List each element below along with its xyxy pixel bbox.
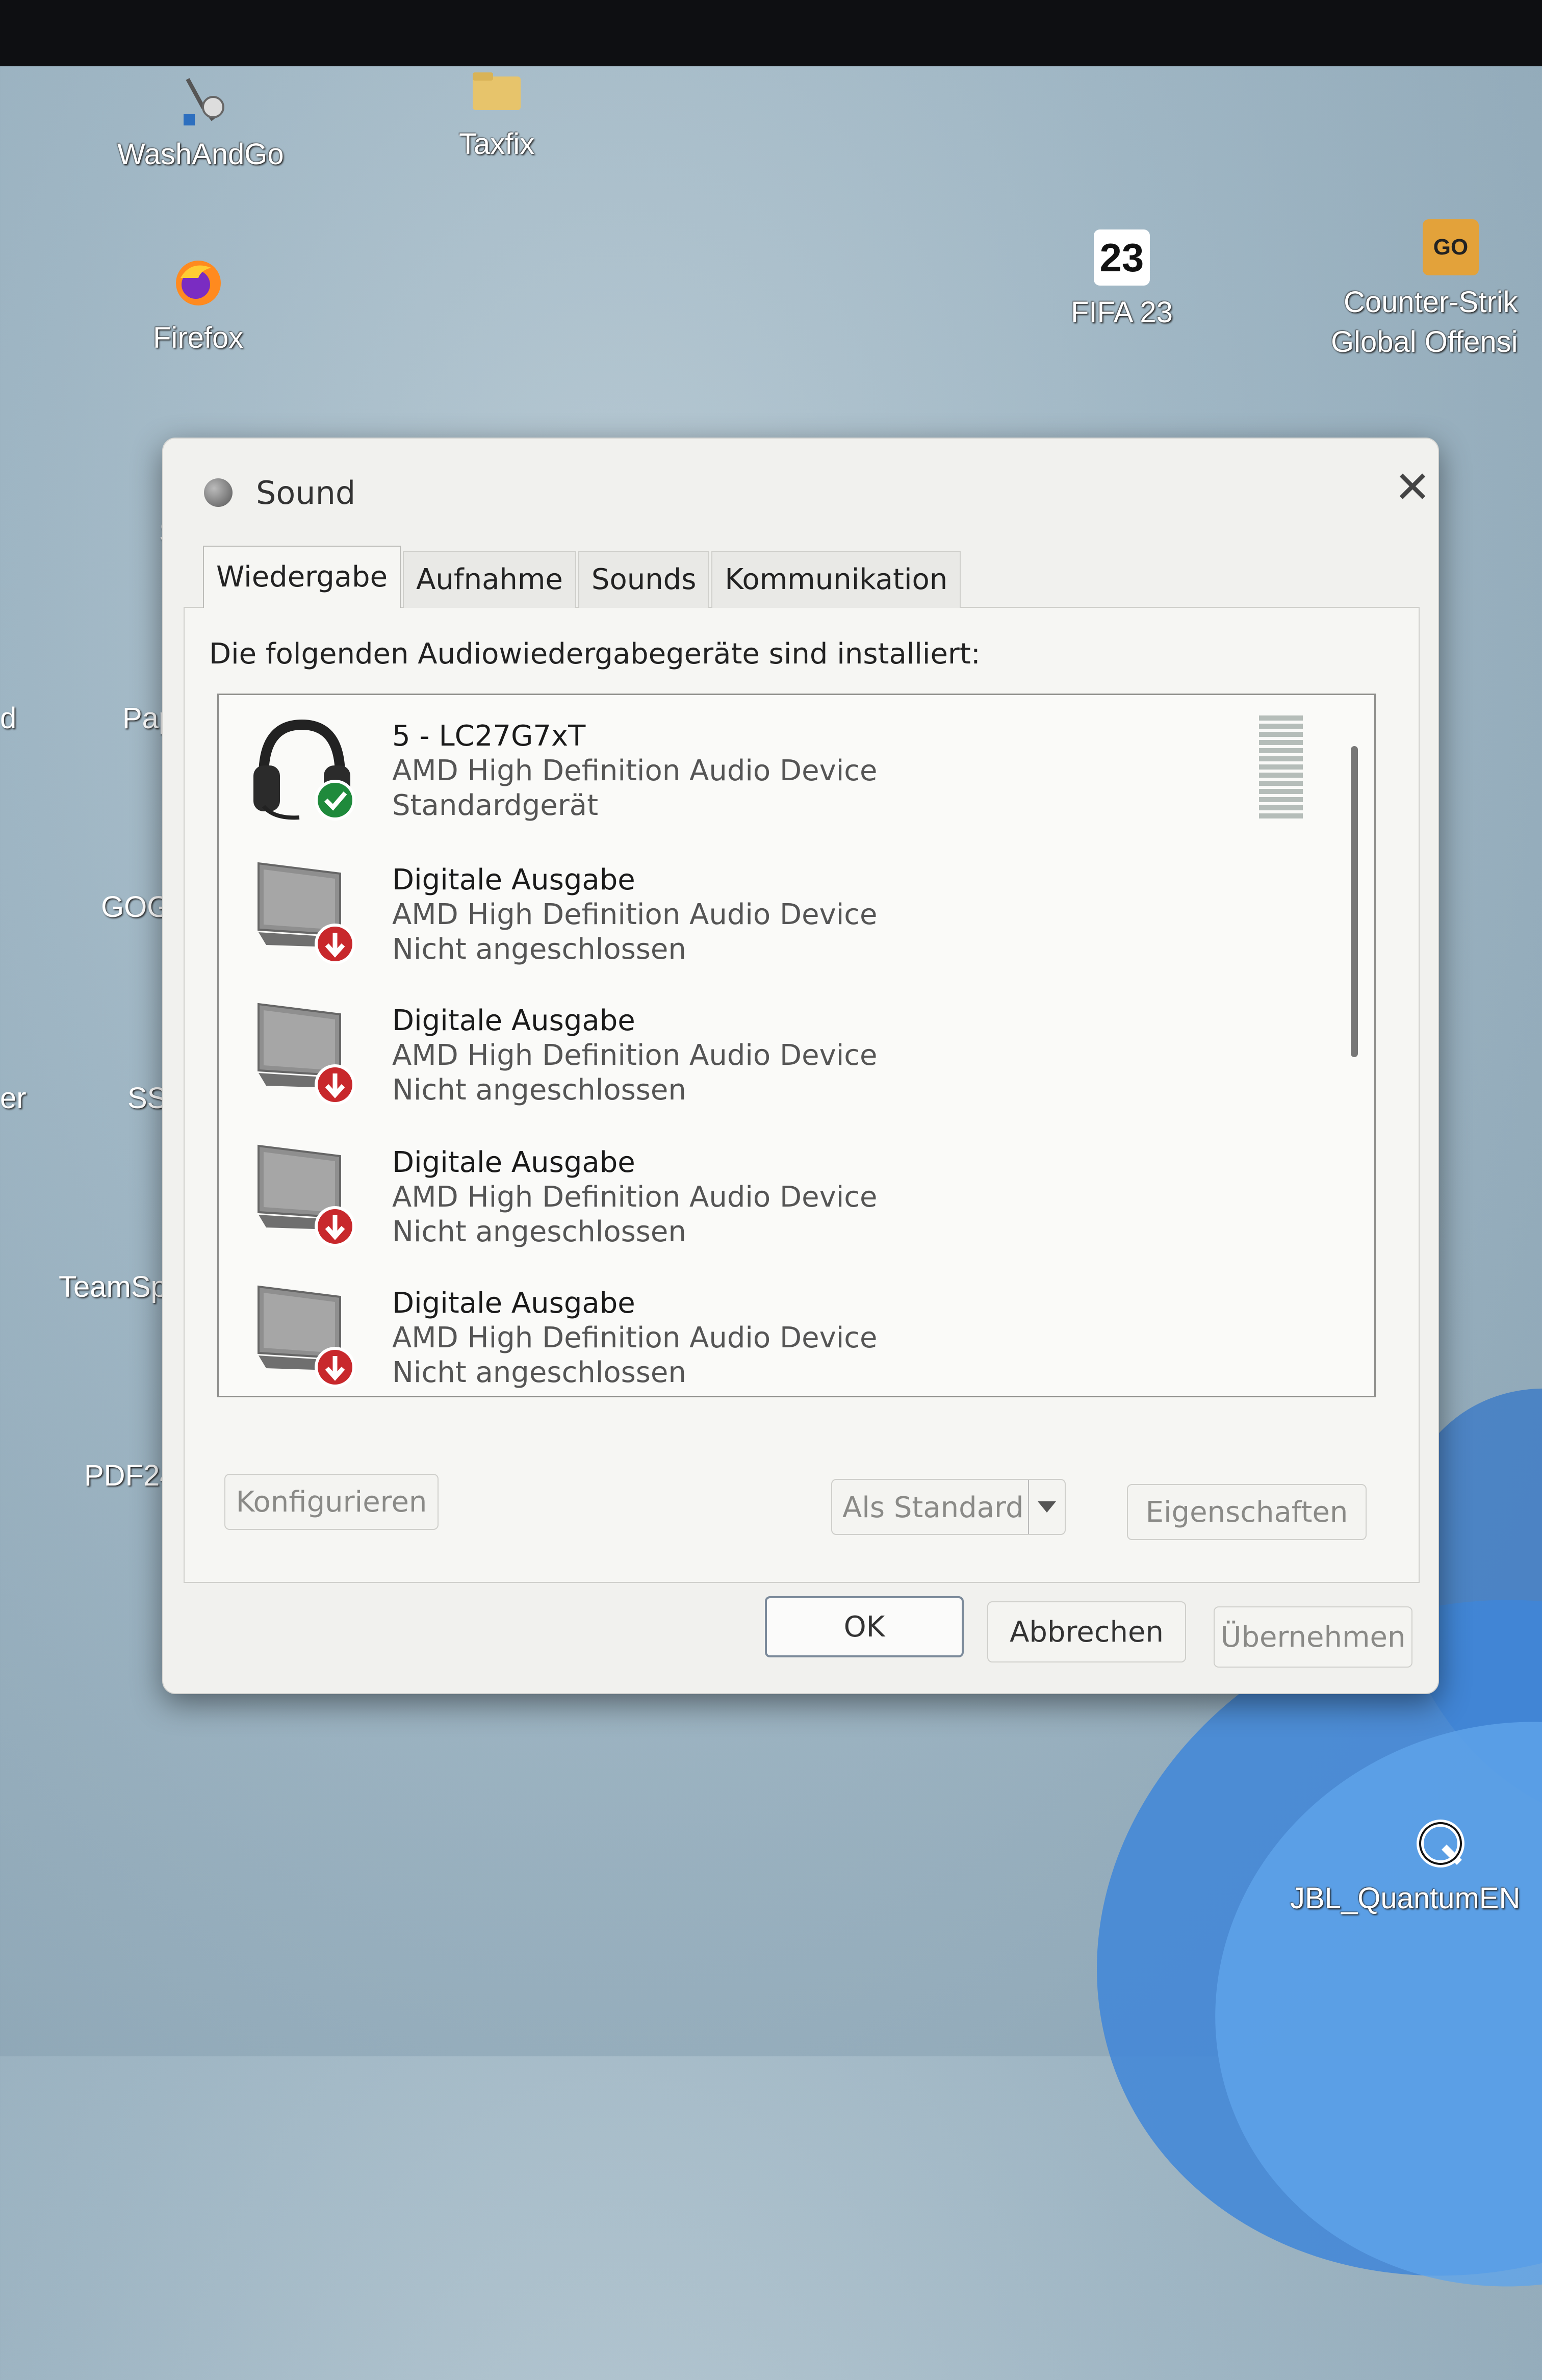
- device-row[interactable]: Digitale Ausgabe AMD High Definition Aud…: [219, 980, 1315, 1122]
- desktop-icon-taxfix[interactable]: Taxfix: [459, 61, 534, 164]
- device-row[interactable]: Digitale Ausgabe AMD High Definition Aud…: [219, 1121, 1315, 1264]
- desktop-icon-csgo[interactable]: GO Counter-Strik Global Offensi: [1331, 219, 1518, 362]
- device-driver: AMD High Definition Audio Device: [392, 754, 878, 787]
- scrollbar-thumb[interactable]: [1351, 746, 1358, 1057]
- desktop-icon-label: Counter-Strik: [1344, 286, 1518, 319]
- desktop-icon-label: JBL_QuantumEN: [1290, 1882, 1521, 1915]
- fifa-icon: 23: [1093, 229, 1150, 286]
- configure-button[interactable]: Konfigurieren: [224, 1474, 439, 1530]
- device-name: Digitale Ausgabe: [392, 863, 635, 897]
- apply-button[interactable]: Übernehmen: [1214, 1606, 1412, 1668]
- cancel-button[interactable]: Abbrechen: [987, 1601, 1186, 1662]
- desktop-icon-label: Global Offensi: [1331, 325, 1518, 359]
- tab-bar: Wiedergabe Aufnahme Sounds Kommunikation: [203, 546, 963, 608]
- desktop-icon-label: Taxfix: [459, 127, 535, 161]
- desktop-icon-label: Firefox: [153, 321, 244, 354]
- tab-wiedergabe[interactable]: Wiedergabe: [203, 546, 401, 608]
- monitor-icon: [258, 1144, 355, 1247]
- close-button[interactable]: ✕: [1382, 457, 1443, 518]
- desktop-icon-label: WashAndGo: [117, 138, 284, 171]
- csgo-icon: GO: [1423, 219, 1479, 275]
- sound-dialog: Sound ✕ Wiedergabe Aufnahme Sounds Kommu…: [162, 438, 1439, 1694]
- headset-icon: [253, 719, 355, 821]
- tab-kommunikation[interactable]: Kommunikation: [711, 551, 961, 608]
- dialog-titlebar[interactable]: Sound ✕: [163, 439, 1438, 515]
- desktop-partial-label[interactable]: d: [0, 701, 16, 735]
- monitor-icon: [258, 862, 355, 964]
- desktop-icon-washandgo[interactable]: WashAndGo: [117, 71, 284, 174]
- intro-text: Die folgenden Audiowiedergabegeräte sind…: [209, 637, 981, 671]
- device-status: Nicht angeschlossen: [392, 1215, 686, 1248]
- desktop-partial-label[interactable]: GOG: [101, 890, 170, 924]
- device-row[interactable]: 5 - LC27G7xT AMD High Definition Audio D…: [219, 695, 1315, 838]
- washandgo-icon: [184, 78, 225, 125]
- dialog-title: Sound: [256, 474, 356, 511]
- speaker-icon: [204, 478, 233, 507]
- ok-button[interactable]: OK: [765, 1596, 964, 1657]
- device-name: Digitale Ausgabe: [392, 1287, 635, 1320]
- device-row[interactable]: Digitale Ausgabe AMD High Definition Aud…: [219, 1262, 1315, 1396]
- device-name: Digitale Ausgabe: [392, 1146, 635, 1179]
- check-badge-icon: [318, 783, 352, 817]
- desktop-icon-fifa[interactable]: 23 FIFA 23: [1071, 229, 1173, 332]
- device-name: 5 - LC27G7xT: [392, 720, 586, 753]
- device-row[interactable]: Digitale Ausgabe AMD High Definition Aud…: [219, 839, 1315, 982]
- device-driver: AMD High Definition Audio Device: [392, 1181, 878, 1214]
- playback-device-list[interactable]: 5 - LC27G7xT AMD High Definition Audio D…: [217, 694, 1376, 1397]
- tab-sounds[interactable]: Sounds: [578, 551, 710, 608]
- set-default-split-button[interactable]: Als Standard: [831, 1479, 1066, 1535]
- device-driver: AMD High Definition Audio Device: [392, 1321, 878, 1354]
- properties-button[interactable]: Eigenschaften: [1127, 1484, 1367, 1540]
- volume-level-meter: [1259, 715, 1303, 828]
- desktop-icon-jbl[interactable]: JBL_QuantumEN: [1290, 1815, 1520, 1918]
- chevron-down-icon[interactable]: [1028, 1480, 1065, 1534]
- screen-top-bezel: [0, 0, 1542, 66]
- tab-aufnahme[interactable]: Aufnahme: [403, 551, 576, 608]
- folder-icon: [473, 72, 521, 110]
- monitor-icon: [258, 1003, 355, 1105]
- jbl-quantum-icon: [1417, 1820, 1464, 1867]
- device-driver: AMD High Definition Audio Device: [392, 1039, 878, 1072]
- device-name: Digitale Ausgabe: [392, 1004, 635, 1037]
- list-scrollbar[interactable]: [1335, 695, 1374, 1396]
- desktop-icon-firefox[interactable]: Firefox: [153, 255, 243, 358]
- device-status: Nicht angeschlossen: [392, 1356, 686, 1389]
- desktop-icon-label: FIFA 23: [1071, 296, 1173, 329]
- firefox-icon: [175, 261, 221, 305]
- device-driver: AMD High Definition Audio Device: [392, 898, 878, 931]
- desktop-partial-label[interactable]: er: [0, 1081, 27, 1115]
- set-default-label: Als Standard: [842, 1491, 1024, 1524]
- monitor-icon: [258, 1285, 355, 1388]
- desktop-partial-label[interactable]: TeamSp: [59, 1270, 167, 1304]
- device-status: Nicht angeschlossen: [392, 1073, 686, 1107]
- device-status: Nicht angeschlossen: [392, 933, 686, 966]
- device-status: Standardgerät: [392, 789, 599, 822]
